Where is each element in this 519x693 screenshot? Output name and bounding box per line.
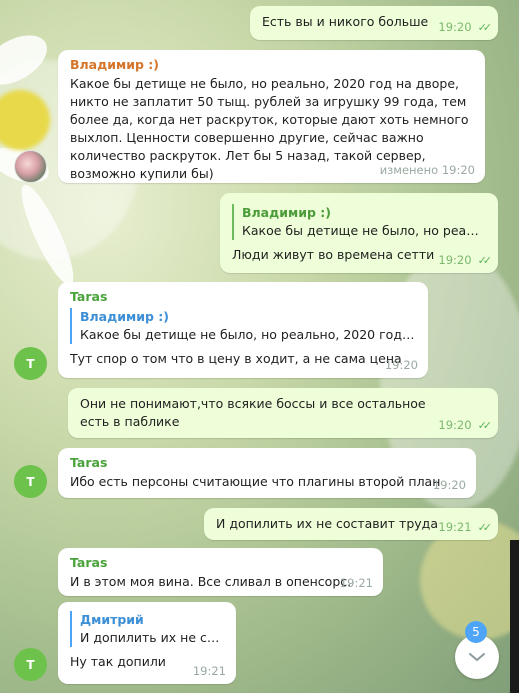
message-time: 19:21	[339, 576, 373, 590]
window-edge	[510, 540, 519, 693]
message-text: Ибо есть персоны считающие что плагины в…	[70, 474, 441, 489]
message-meta: 19:20 ✓✓	[438, 20, 493, 34]
read-checkmarks-icon: ✓✓	[477, 418, 493, 432]
sender-name[interactable]: Владимир :)	[70, 57, 473, 72]
message-outgoing[interactable]: И допилить их не составит труда 19:21 ✓✓	[204, 508, 498, 540]
message-outgoing[interactable]: Они не понимают,что всякие боссы и все о…	[68, 388, 498, 438]
message-text: Они не понимают,что всякие боссы и все о…	[80, 396, 426, 429]
message-time: 19:20	[438, 20, 472, 34]
message-meta: изменено 19:20	[380, 163, 475, 177]
avatar[interactable]	[14, 150, 47, 183]
unread-count-badge: 5	[465, 621, 487, 643]
quote-sender: Дмитрий	[80, 612, 144, 627]
sender-name[interactable]: Taras	[70, 289, 416, 304]
quote-text: Какое бы детище не было, но реально, 202…	[80, 327, 416, 342]
message-incoming[interactable]: Taras Владимир :) Какое бы детище не был…	[58, 282, 428, 378]
message-time: изменено 19:20	[379, 163, 475, 177]
message-incoming[interactable]: Дмитрий И допилить их не сос... Ну так д…	[58, 602, 236, 684]
message-incoming[interactable]: Taras И в этом моя вина. Все сливал в оп…	[58, 548, 383, 596]
quote-sender: Владимир :)	[242, 205, 331, 220]
avatar[interactable]: T	[14, 465, 47, 498]
message-time: 19:20	[384, 358, 418, 372]
message-meta: 19:20 ✓✓	[438, 253, 493, 267]
sender-name[interactable]: Taras	[70, 555, 371, 570]
message-text: Тут спор о том что в цену в ходит, а не …	[70, 351, 402, 366]
reply-quote[interactable]: Дмитрий И допилить их не сос...	[70, 611, 224, 647]
message-text: И в этом моя вина. Все сливал в опенсорс…	[70, 574, 352, 589]
message-time: 19:21	[192, 664, 226, 678]
message-incoming[interactable]: Taras Ибо есть персоны считающие что пла…	[58, 448, 476, 498]
message-time: 19:20	[432, 478, 466, 492]
quote-text: Какое бы детище не было, но реальн...	[242, 223, 486, 238]
read-checkmarks-icon: ✓✓	[477, 20, 493, 34]
message-time: 19:20	[438, 418, 472, 432]
avatar[interactable]: T	[14, 347, 47, 380]
quote-sender: Владимир :)	[80, 309, 169, 324]
message-meta: 19:20 ✓✓	[438, 418, 493, 432]
message-outgoing[interactable]: Владимир :) Какое бы детище не было, но …	[220, 193, 498, 273]
message-outgoing[interactable]: Есть вы и никого больше 19:20 ✓✓	[250, 6, 498, 40]
message-meta: 19:20	[433, 478, 466, 492]
message-meta: 19:21 ✓✓	[438, 520, 493, 534]
read-checkmarks-icon: ✓✓	[477, 520, 493, 534]
chevron-down-icon	[469, 653, 485, 661]
message-meta: 19:21	[193, 664, 226, 678]
message-meta: 19:20	[385, 358, 418, 372]
message-incoming[interactable]: Владимир :) Какое бы детище не было, но …	[58, 50, 485, 183]
avatar[interactable]: T	[14, 648, 47, 681]
message-time: 19:21	[438, 520, 472, 534]
sender-name[interactable]: Taras	[70, 455, 464, 470]
read-checkmarks-icon: ✓✓	[477, 253, 493, 267]
message-meta: 19:21	[340, 576, 373, 590]
quote-text: И допилить их не сос...	[80, 630, 224, 645]
reply-quote[interactable]: Владимир :) Какое бы детище не было, но …	[232, 204, 486, 240]
message-time: 19:20	[438, 253, 472, 267]
reply-quote[interactable]: Владимир :) Какое бы детище не было, но …	[70, 308, 416, 344]
